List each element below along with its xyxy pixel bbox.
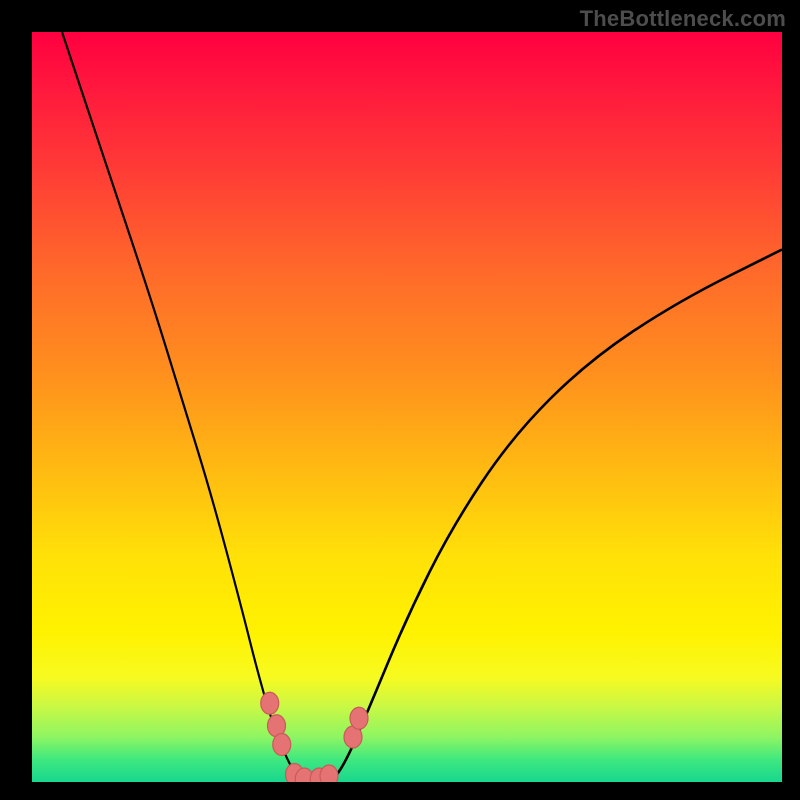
plot-area	[32, 32, 782, 782]
curves-svg	[32, 32, 782, 782]
watermark-text: TheBottleneck.com	[580, 6, 786, 32]
marker-dot	[320, 765, 338, 782]
marker-dot	[273, 734, 291, 756]
marker-group	[261, 692, 368, 782]
left-curve	[62, 32, 310, 782]
marker-dot	[350, 707, 368, 729]
right-curve	[332, 250, 782, 783]
chart-frame: TheBottleneck.com	[0, 0, 800, 800]
marker-dot	[261, 692, 279, 714]
